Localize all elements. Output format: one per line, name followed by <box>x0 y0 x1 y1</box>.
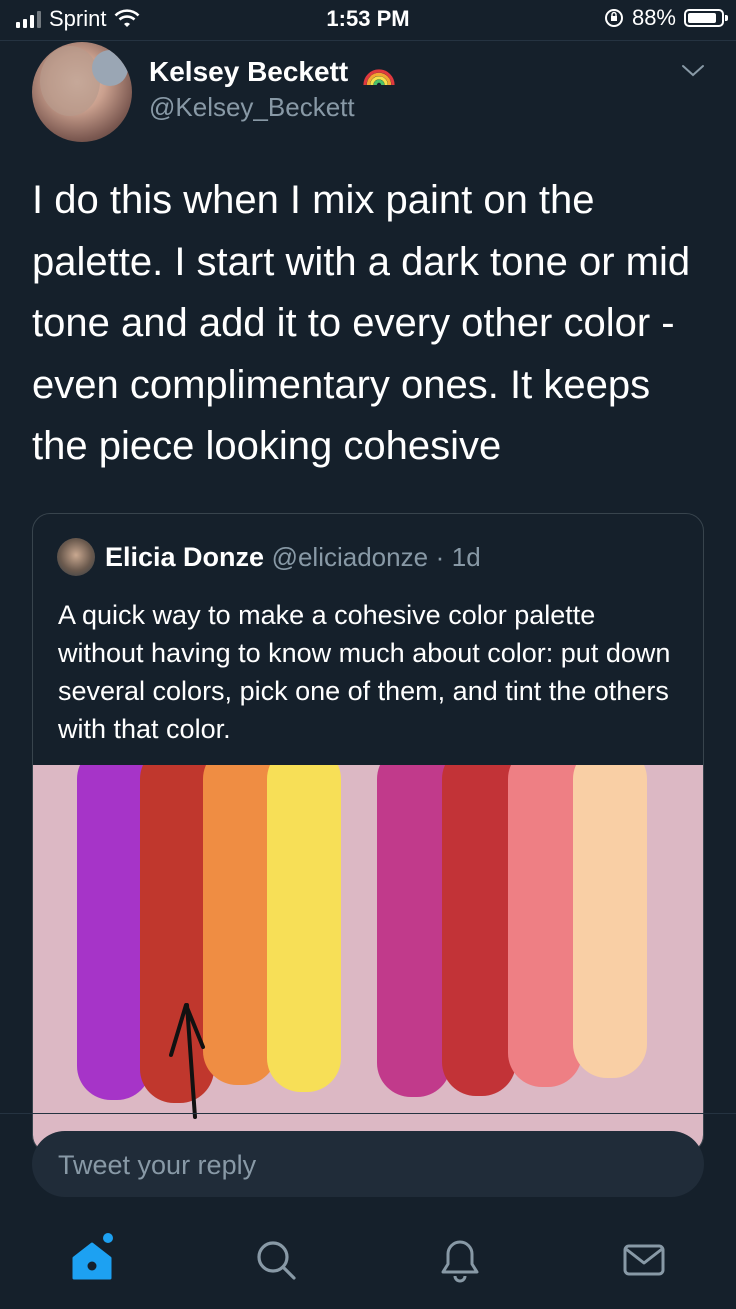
battery-fill <box>688 13 716 23</box>
header-divider <box>0 40 736 41</box>
rainbow-icon <box>363 69 395 85</box>
paint-swatch <box>377 765 451 1097</box>
quoted-tweet-time: 1d <box>451 542 481 572</box>
paint-swatch <box>267 765 341 1092</box>
author-handle[interactable]: @Kelsey_Beckett <box>149 92 355 123</box>
battery-icon <box>684 9 728 27</box>
paint-swatch <box>203 765 277 1085</box>
reply-divider <box>0 1113 736 1114</box>
quoted-author-handle[interactable]: @eliciadonze <box>272 542 428 572</box>
battery-percent: 88% <box>631 5 676 30</box>
author-avatar[interactable] <box>32 42 132 142</box>
quoted-author-avatar[interactable] <box>57 538 95 576</box>
tab-messages[interactable] <box>616 1232 672 1288</box>
paint-swatch <box>140 765 214 1103</box>
notifications-icon[interactable] <box>432 1232 488 1288</box>
messages-icon[interactable] <box>616 1232 672 1288</box>
quoted-author-name[interactable]: Elicia Donze <box>105 542 264 572</box>
quoted-tweet-header: Elicia Donze @eliciadonze · 1d <box>105 542 481 573</box>
quoted-tweet-text: A quick way to make a cohesive color pal… <box>58 600 671 744</box>
author-name[interactable]: Kelsey Beckett <box>149 56 348 87</box>
paint-swatch <box>573 765 647 1078</box>
quoted-tweet[interactable]: Elicia Donze @eliciadonze · 1d A quick w… <box>32 513 704 1153</box>
reply-input[interactable] <box>56 1131 660 1199</box>
home-icon[interactable] <box>64 1232 120 1288</box>
author-name-row[interactable]: Kelsey Beckett <box>149 56 396 88</box>
status-bar: Sprint 1:53 PM 88% <box>0 0 736 40</box>
orientation-lock-icon <box>604 9 623 27</box>
tab-notifications[interactable] <box>432 1232 488 1288</box>
tweet-text: I do this when I mix paint on the palett… <box>32 178 691 468</box>
paint-swatch <box>508 765 582 1087</box>
chevron-down-icon[interactable] <box>680 60 706 80</box>
tab-home[interactable] <box>64 1232 120 1288</box>
reply-box[interactable] <box>32 1131 704 1199</box>
tab-search[interactable] <box>248 1232 304 1288</box>
separator-dot: · <box>435 542 445 572</box>
search-icon[interactable] <box>248 1232 304 1288</box>
paint-swatch <box>442 765 516 1096</box>
paint-swatches-image[interactable] <box>33 765 704 1153</box>
status-right: 88% <box>604 5 728 31</box>
paint-swatch <box>77 765 151 1100</box>
